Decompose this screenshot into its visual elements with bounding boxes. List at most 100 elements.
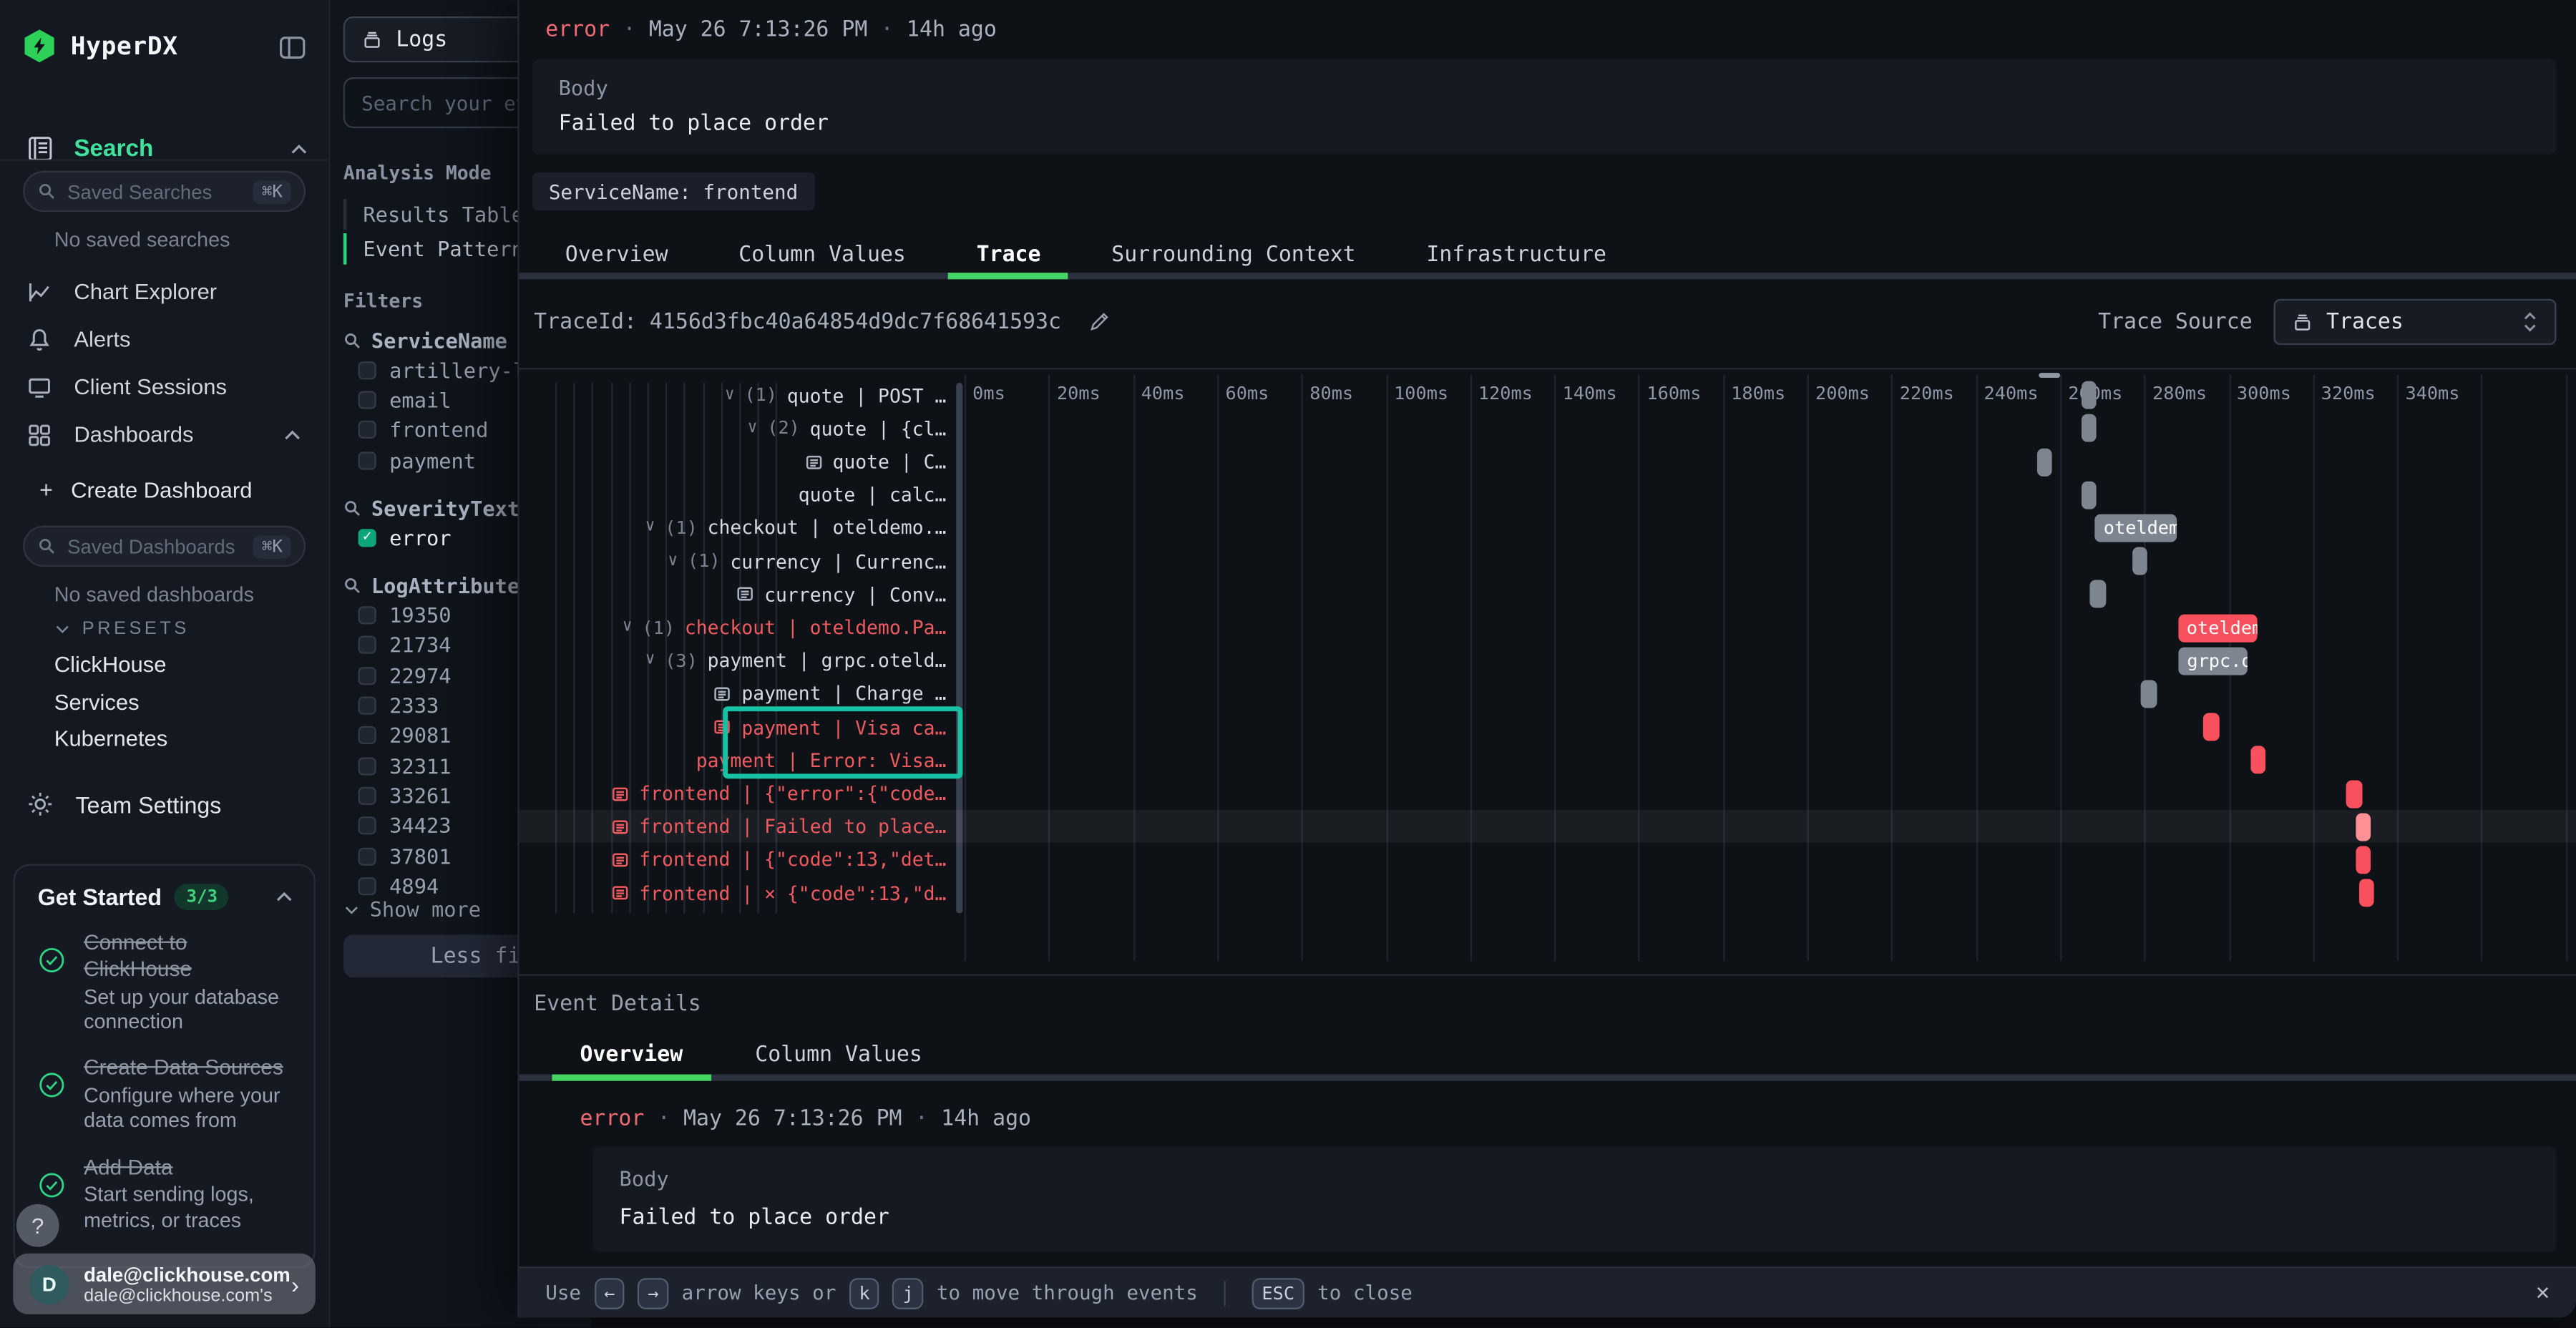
sidebar-collapse-icon[interactable] — [278, 33, 307, 62]
scrollbar-thumb[interactable] — [2039, 373, 2060, 377]
user-menu[interactable]: D dale@clickhouse.com dale@clickhouse.co… — [13, 1254, 315, 1314]
checkbox[interactable] — [358, 636, 376, 654]
span-duration-bar[interactable]: oteldemo — [2178, 614, 2257, 642]
chevron-up-icon[interactable] — [283, 424, 303, 444]
tab-column-values[interactable]: Column Values — [727, 243, 917, 267]
span-label-text: checkout | oteldemo.… — [708, 517, 947, 540]
chevron-down-icon[interactable]: ∨ — [668, 553, 678, 570]
timeline-tick-label: 340ms — [2405, 383, 2459, 404]
span-row-label[interactable]: ∨(3)payment | grpc.oteld… — [519, 644, 952, 677]
body-label: Body — [559, 76, 608, 100]
span-row-label[interactable]: frontend | {"code":13,"det… — [519, 844, 952, 877]
preset-item-kubernetes[interactable]: Kubernetes — [54, 726, 168, 751]
sidebar-item-search-label: Search — [74, 135, 153, 162]
span-duration-bar[interactable] — [2203, 713, 2219, 741]
j-key[interactable]: j — [893, 1277, 924, 1309]
tab-infrastructure[interactable]: Infrastructure — [1415, 243, 1618, 267]
saved-dashboards-input[interactable]: Saved Dashboards ⌘K — [23, 526, 306, 567]
span-duration-bar[interactable] — [2036, 448, 2051, 476]
chevron-down-icon[interactable]: ∨ — [725, 387, 735, 404]
analysis-mode-option-results-table[interactable]: Results Table — [343, 197, 536, 232]
chevron-down-icon[interactable]: ∨ — [645, 520, 655, 537]
span-row-label[interactable]: frontend | {"error":{"code… — [519, 777, 952, 810]
span-duration-bar[interactable] — [2250, 746, 2265, 774]
span-duration-bar[interactable] — [2140, 680, 2157, 708]
arrow-left-key[interactable]: ← — [594, 1277, 625, 1309]
checkbox[interactable] — [358, 361, 376, 379]
filter-value-label: 32311 — [389, 753, 451, 778]
trace-source-select[interactable]: Traces — [2274, 299, 2557, 345]
tab-surrounding-context[interactable]: Surrounding Context — [1100, 243, 1367, 267]
span-row-label[interactable]: frontend | Failed to place… — [519, 810, 952, 843]
presets-toggle[interactable]: PRESETS — [54, 620, 190, 640]
esc-key[interactable]: ESC — [1252, 1277, 1304, 1309]
span-duration-bar[interactable] — [2082, 481, 2097, 509]
arrow-right-key[interactable]: → — [638, 1277, 669, 1309]
span-row-label[interactable]: quote | calc… — [519, 479, 952, 512]
span-duration-bar[interactable] — [2356, 846, 2371, 874]
sidebar-item-search[interactable]: Search — [26, 135, 309, 162]
checkbox[interactable] — [358, 666, 376, 684]
span-label-text: frontend | {"error":{"code… — [639, 782, 946, 805]
chevron-down-icon[interactable]: ∨ — [623, 620, 633, 636]
span-row-label[interactable]: payment | Charge … — [519, 678, 952, 711]
checkbox[interactable] — [358, 787, 376, 805]
span-row-label[interactable]: frontend | × {"code":13,"d… — [519, 877, 952, 909]
span-row-label[interactable]: ∨(1)quote | POST … — [519, 379, 952, 411]
checkbox[interactable] — [358, 757, 376, 775]
saved-searches-input[interactable]: Saved Searches ⌘K — [23, 171, 306, 212]
checkbox[interactable] — [358, 727, 376, 745]
span-duration-bar[interactable]: grpc.o — [2179, 647, 2247, 675]
span-row-label[interactable]: currency | Conv… — [519, 578, 952, 611]
span-row-label[interactable]: ∨(1)checkout | oteldemo.… — [519, 512, 952, 545]
preset-item-clickhouse[interactable]: ClickHouse — [54, 652, 168, 676]
span-duration-bar[interactable] — [2346, 780, 2362, 808]
span-duration-bar[interactable] — [2090, 580, 2105, 608]
span-duration-bar[interactable] — [2082, 381, 2097, 409]
timeline-tick-label: 100ms — [1394, 383, 1448, 404]
checkbox[interactable] — [358, 421, 376, 439]
tab-overview[interactable]: Overview — [554, 243, 680, 267]
checkbox[interactable] — [358, 817, 376, 835]
chevron-down-icon[interactable]: ∨ — [645, 653, 655, 669]
edit-pencil-icon[interactable] — [1088, 311, 1111, 333]
checkbox[interactable] — [358, 697, 376, 715]
span-row-label[interactable]: ∨(1)checkout | oteldemo.Pa… — [519, 611, 952, 644]
show-more-button[interactable]: Show more — [343, 897, 481, 922]
analysis-mode-option-event-patterns[interactable]: Event Patterns — [343, 232, 536, 266]
preset-item-services[interactable]: Services — [54, 689, 168, 713]
k-key[interactable]: k — [849, 1277, 880, 1309]
tab-trace[interactable]: Trace — [965, 243, 1053, 267]
span-duration-bar[interactable]: oteldemo — [2095, 514, 2177, 542]
service-name-tag[interactable]: ServiceName: frontend — [532, 172, 814, 210]
database-icon — [2292, 311, 2313, 333]
sidebar-item-chart-explorer[interactable]: Chart Explorer — [0, 268, 328, 316]
checkbox[interactable] — [358, 877, 376, 895]
span-row-label[interactable]: ∨(1)currency | Currenc… — [519, 545, 952, 577]
help-button[interactable]: ? — [16, 1204, 59, 1247]
chevron-down-icon — [54, 621, 71, 638]
span-row-label[interactable]: ∨(2)quote | {cl… — [519, 412, 952, 445]
chevron-up-icon[interactable] — [274, 887, 294, 907]
sidebar-item-alerts[interactable]: Alerts — [0, 316, 328, 363]
brand-logo[interactable]: HyperDX — [23, 29, 178, 62]
checkbox-checked[interactable]: ✓ — [358, 529, 376, 547]
event-details-tab-column-values[interactable]: Column Values — [743, 1043, 934, 1067]
sidebar-item-client-sessions[interactable]: Client Sessions — [0, 363, 328, 411]
span-duration-bar[interactable] — [2358, 879, 2373, 907]
chevron-down-icon[interactable]: ∨ — [748, 421, 758, 437]
event-details-tab-overview[interactable]: Overview — [568, 1043, 694, 1067]
checkbox[interactable] — [358, 847, 376, 865]
sidebar-item-dashboards[interactable]: Dashboards — [0, 411, 328, 459]
span-duration-bar[interactable] — [2132, 547, 2147, 575]
create-dashboard-button[interactable]: + Create Dashboard — [39, 477, 252, 503]
span-row-label[interactable]: quote | C… — [519, 445, 952, 478]
close-icon[interactable]: ✕ — [2536, 1280, 2550, 1307]
checkbox[interactable] — [358, 391, 376, 409]
chevron-up-icon[interactable] — [289, 139, 309, 159]
span-duration-bar[interactable] — [2082, 414, 2097, 442]
span-duration-bar[interactable] — [2356, 813, 2371, 841]
checkbox[interactable] — [358, 606, 376, 624]
sidebar-item-team-settings[interactable]: Team Settings — [26, 790, 222, 818]
checkbox[interactable] — [358, 451, 376, 469]
